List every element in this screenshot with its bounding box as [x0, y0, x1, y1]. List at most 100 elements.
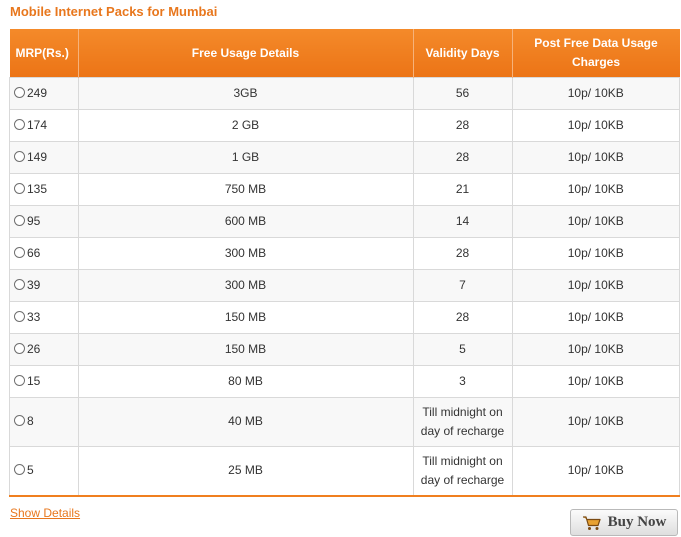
- charges-cell: 10p/ 10KB: [511, 237, 680, 270]
- charges-cell: 10p/ 10KB: [511, 205, 680, 238]
- mrp-cell: 33: [9, 301, 79, 334]
- charges-cell: 10p/ 10KB: [511, 446, 680, 497]
- validity-cell: Till midnight on day of recharge: [412, 397, 513, 447]
- validity-line1: Till midnight on: [422, 453, 503, 468]
- usage-cell: 150 MB: [77, 301, 414, 334]
- pack-radio[interactable]: [14, 118, 25, 130]
- mrp-value: 95: [27, 213, 41, 228]
- charges-cell: 10p/ 10KB: [511, 141, 680, 174]
- pack-radio[interactable]: [14, 150, 25, 162]
- mrp-cell: 39: [9, 269, 79, 302]
- page-title: Mobile Internet Packs for Mumbai: [10, 4, 218, 19]
- table-row: 66 300 MB 28 10p/ 10KB: [9, 237, 680, 270]
- mrp-value: 174: [27, 117, 48, 132]
- header-charges: Post Free Data Usage Charges: [512, 29, 680, 78]
- validity-cell: 56: [412, 77, 513, 110]
- header-charges-line2: Charges: [571, 55, 621, 69]
- header-usage: Free Usage Details: [78, 29, 414, 78]
- charges-cell: 10p/ 10KB: [511, 109, 680, 142]
- charges-cell: 10p/ 10KB: [511, 77, 680, 110]
- pack-radio[interactable]: [14, 246, 25, 258]
- usage-cell: 300 MB: [77, 237, 414, 270]
- shopping-cart-icon: [582, 515, 601, 530]
- show-details-link[interactable]: Show Details: [10, 506, 80, 520]
- packs-table: MRP(Rs.) Free Usage Details Validity Day…: [9, 29, 680, 497]
- mrp-cell: 174: [9, 109, 79, 142]
- buy-now-button[interactable]: Buy Now: [570, 509, 678, 536]
- table-row: 149 1 GB 28 10p/ 10KB: [9, 141, 680, 174]
- usage-cell: 600 MB: [77, 205, 414, 238]
- table-row: 39 300 MB 7 10p/ 10KB: [9, 269, 680, 302]
- validity-cell: 28: [412, 141, 513, 174]
- usage-cell: 2 GB: [77, 109, 414, 142]
- header-validity: Validity Days: [413, 29, 513, 78]
- charges-cell: 10p/ 10KB: [511, 333, 680, 366]
- charges-cell: 10p/ 10KB: [511, 397, 680, 447]
- table-row: 15 80 MB 3 10p/ 10KB: [9, 365, 680, 398]
- usage-cell: 150 MB: [77, 333, 414, 366]
- mrp-value: 149: [27, 149, 48, 164]
- validity-cell: 21: [412, 173, 513, 206]
- validity-cell: 3: [412, 365, 513, 398]
- usage-cell: 40 MB: [77, 397, 414, 447]
- mrp-value: 33: [27, 309, 41, 324]
- table-row: 135 750 MB 21 10p/ 10KB: [9, 173, 680, 206]
- mrp-cell: 249: [9, 77, 79, 110]
- mrp-value: 15: [27, 373, 41, 388]
- mrp-cell: 5: [9, 446, 79, 497]
- pack-radio[interactable]: [14, 342, 25, 354]
- mrp-cell: 8: [9, 397, 79, 447]
- usage-cell: 25 MB: [77, 446, 414, 497]
- pack-radio[interactable]: [14, 214, 25, 226]
- pack-radio[interactable]: [14, 278, 25, 290]
- table-row: 95 600 MB 14 10p/ 10KB: [9, 205, 680, 238]
- validity-cell: 7: [412, 269, 513, 302]
- pack-radio[interactable]: [14, 86, 25, 98]
- mrp-cell: 135: [9, 173, 79, 206]
- validity-cell: 14: [412, 205, 513, 238]
- pack-radio[interactable]: [14, 415, 25, 427]
- mrp-cell: 149: [9, 141, 79, 174]
- mrp-value: 39: [27, 277, 41, 292]
- charges-cell: 10p/ 10KB: [511, 269, 680, 302]
- validity-cell: 28: [412, 109, 513, 142]
- table-row: 174 2 GB 28 10p/ 10KB: [9, 109, 680, 142]
- pack-radio[interactable]: [14, 464, 25, 476]
- usage-cell: 1 GB: [77, 141, 414, 174]
- validity-cell: 28: [412, 237, 513, 270]
- validity-line2: day of recharge: [420, 473, 505, 487]
- table-row: 5 25 MB Till midnight on day of recharge…: [9, 446, 680, 497]
- validity-cell: Till midnight on day of recharge: [412, 446, 513, 497]
- usage-cell: 300 MB: [77, 269, 414, 302]
- mrp-cell: 15: [9, 365, 79, 398]
- pack-radio[interactable]: [14, 374, 25, 386]
- header-charges-line1: Post Free Data Usage: [534, 36, 658, 50]
- mrp-cell: 95: [9, 205, 79, 238]
- mrp-cell: 66: [9, 237, 79, 270]
- mrp-value: 135: [27, 181, 48, 196]
- usage-cell: 80 MB: [77, 365, 414, 398]
- table-row: 33 150 MB 28 10p/ 10KB: [9, 301, 680, 334]
- mrp-value: 249: [27, 85, 48, 100]
- charges-cell: 10p/ 10KB: [511, 365, 680, 398]
- table-row: 8 40 MB Till midnight on day of recharge…: [9, 397, 680, 447]
- charges-cell: 10p/ 10KB: [511, 173, 680, 206]
- validity-cell: 5: [412, 333, 513, 366]
- pack-radio[interactable]: [14, 310, 25, 322]
- mrp-value: 66: [27, 245, 41, 260]
- validity-line1: Till midnight on: [422, 404, 503, 419]
- table-row: 26 150 MB 5 10p/ 10KB: [9, 333, 680, 366]
- mrp-value: 8: [27, 414, 34, 429]
- usage-cell: 750 MB: [77, 173, 414, 206]
- table-row: 249 3GB 56 10p/ 10KB: [9, 77, 680, 110]
- mrp-value: 5: [27, 463, 34, 478]
- pack-radio[interactable]: [14, 182, 25, 194]
- mrp-cell: 26: [9, 333, 79, 366]
- table-header-row: MRP(Rs.) Free Usage Details Validity Day…: [9, 29, 680, 78]
- validity-cell: 28: [412, 301, 513, 334]
- header-mrp: MRP(Rs.): [9, 29, 79, 78]
- usage-cell: 3GB: [77, 77, 414, 110]
- buy-now-label: Buy Now: [607, 514, 667, 530]
- validity-line2: day of recharge: [420, 424, 505, 438]
- charges-cell: 10p/ 10KB: [511, 301, 680, 334]
